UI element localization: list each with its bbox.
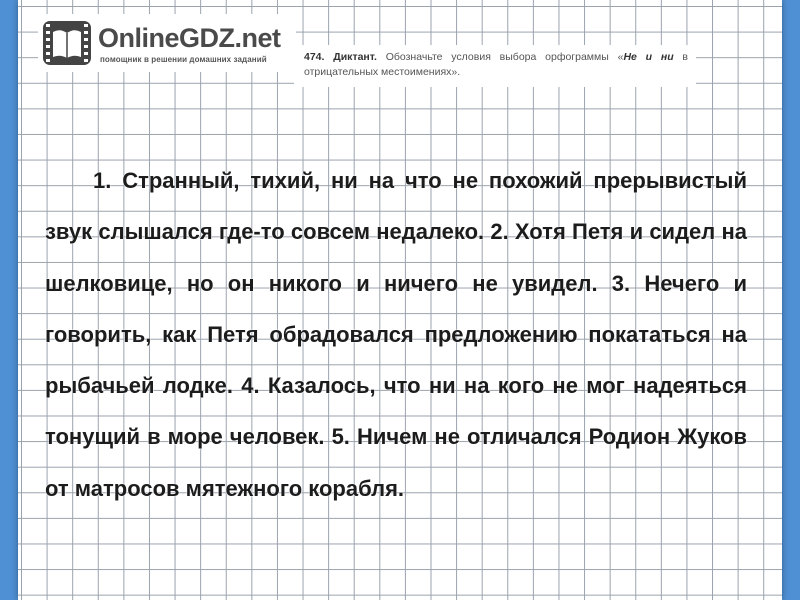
notebook-page: OnlineGDZ.net помощник в решении домашни… (18, 0, 782, 600)
task-title: Диктант. (333, 51, 377, 63)
dictation-text: 1. Странный, тихий, ни на что не похожий… (45, 155, 747, 514)
logo-name: OnlineGDZ.net (98, 23, 281, 53)
site-logo[interactable]: OnlineGDZ.net помощник в решении домашни… (38, 14, 296, 72)
task-emphasis: Не и ни (623, 51, 674, 63)
task-number: 474. (304, 51, 325, 63)
logo-tagline: помощник в решении домашних заданий (100, 55, 267, 64)
task-statement: 474. Диктант. Обозначьте условия выбора … (294, 45, 696, 87)
task-text: Обозначьте условия выбора орфограммы « (385, 51, 624, 63)
dictation-paragraph: 1. Странный, тихий, ни на что не похожий… (45, 168, 747, 501)
film-book-icon (43, 21, 91, 65)
